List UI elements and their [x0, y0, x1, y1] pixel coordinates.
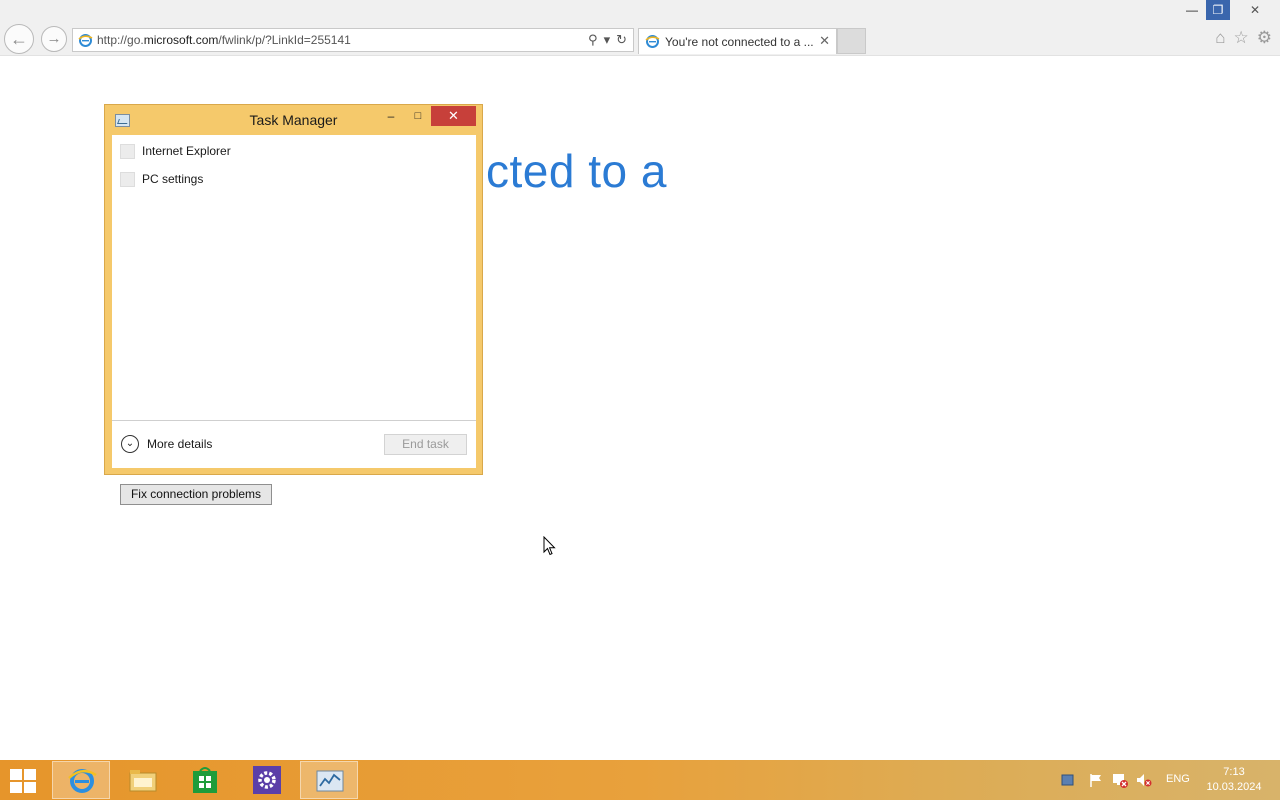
task-manager-content: Internet Explorer PC settings ⌄ More det… [112, 135, 476, 468]
task-manager-footer: ⌄ More details End task [112, 421, 476, 468]
list-item-internet-explorer[interactable]: Internet Explorer [112, 137, 476, 163]
address-bar[interactable]: http://go.microsoft.com/fwlink/p/?LinkId… [72, 28, 634, 52]
app-icon [120, 172, 135, 187]
clock-time: 7:13 [1223, 766, 1245, 778]
fix-connection-button[interactable]: Fix connection problems [120, 484, 272, 505]
ie-toolbar: ← → http://go.microsoft.com/fwlink/p/?Li… [0, 0, 1280, 56]
more-details-link[interactable]: More details [147, 437, 212, 451]
action-center-flag-icon[interactable] [1088, 772, 1104, 788]
ie-page-icon [78, 33, 93, 48]
new-tab-button[interactable] [837, 28, 866, 54]
tab-close-icon[interactable]: ✕ [819, 33, 830, 49]
mouse-cursor-icon [543, 535, 556, 561]
dropdown-arrow-icon[interactable]: ▾ [604, 32, 611, 48]
maximize-button[interactable]: □ [411, 109, 425, 123]
start-button[interactable] [10, 769, 38, 793]
clock-date: 10.03.2024 [1206, 781, 1262, 793]
taskbar-pc-settings[interactable] [238, 761, 296, 799]
forward-button[interactable]: → [41, 26, 67, 52]
favorites-icon[interactable]: ☆ [1234, 28, 1249, 48]
app-list: Internet Explorer PC settings [112, 135, 476, 420]
taskbar-task-manager[interactable] [300, 761, 358, 799]
settings-icon [252, 765, 282, 800]
show-desktop-icon[interactable] [1060, 772, 1076, 788]
close-button[interactable]: ✕ [431, 106, 476, 126]
store-icon [190, 765, 220, 800]
end-task-button[interactable]: End task [384, 434, 467, 455]
tab-title: You're not connected to a ... [665, 35, 814, 49]
minimize-button[interactable]: – [384, 109, 398, 123]
refresh-icon[interactable]: ↻ [616, 32, 627, 48]
ie-icon [67, 766, 97, 801]
taskbar-file-explorer[interactable] [114, 761, 172, 799]
app-label: Internet Explorer [142, 144, 231, 158]
task-manager-window: Task Manager – □ ✕ Internet Explorer PC … [104, 104, 483, 475]
taskbar-ie[interactable] [52, 761, 110, 799]
clock[interactable]: 7:13 10.03.2024 [1196, 765, 1272, 795]
search-icon[interactable]: ⚲ [588, 32, 598, 48]
taskbar-store[interactable] [176, 761, 234, 799]
close-button[interactable]: ✕ [1232, 0, 1278, 20]
task-manager-icon [315, 766, 345, 801]
chevron-down-icon[interactable]: ⌄ [121, 435, 139, 453]
volume-muted-icon[interactable] [1136, 772, 1152, 788]
window-title: Task Manager [249, 112, 338, 128]
network-error-icon[interactable] [1112, 772, 1128, 788]
minimize-button[interactable]: — [1180, 0, 1204, 20]
task-manager-titlebar[interactable]: Task Manager – □ ✕ [105, 105, 482, 135]
list-item-pc-settings[interactable]: PC settings [112, 165, 476, 191]
file-explorer-icon [128, 765, 158, 800]
restore-button[interactable]: ❐ [1206, 0, 1230, 20]
app-icon [120, 144, 135, 159]
tab-not-connected[interactable]: You're not connected to a ... ✕ [638, 28, 837, 54]
taskbar: ENG 7:13 10.03.2024 [0, 760, 1280, 800]
page-heading: cted to a [486, 145, 667, 197]
language-indicator[interactable]: ENG [1166, 773, 1190, 785]
address-url: http://go.microsoft.com/fwlink/p/?LinkId… [97, 33, 351, 47]
back-button[interactable]: ← [4, 24, 34, 54]
home-icon[interactable]: ⌂ [1215, 28, 1225, 48]
gear-icon[interactable]: ⚙ [1257, 28, 1272, 48]
app-label: PC settings [142, 172, 204, 186]
ie-tab-icon [645, 34, 660, 49]
